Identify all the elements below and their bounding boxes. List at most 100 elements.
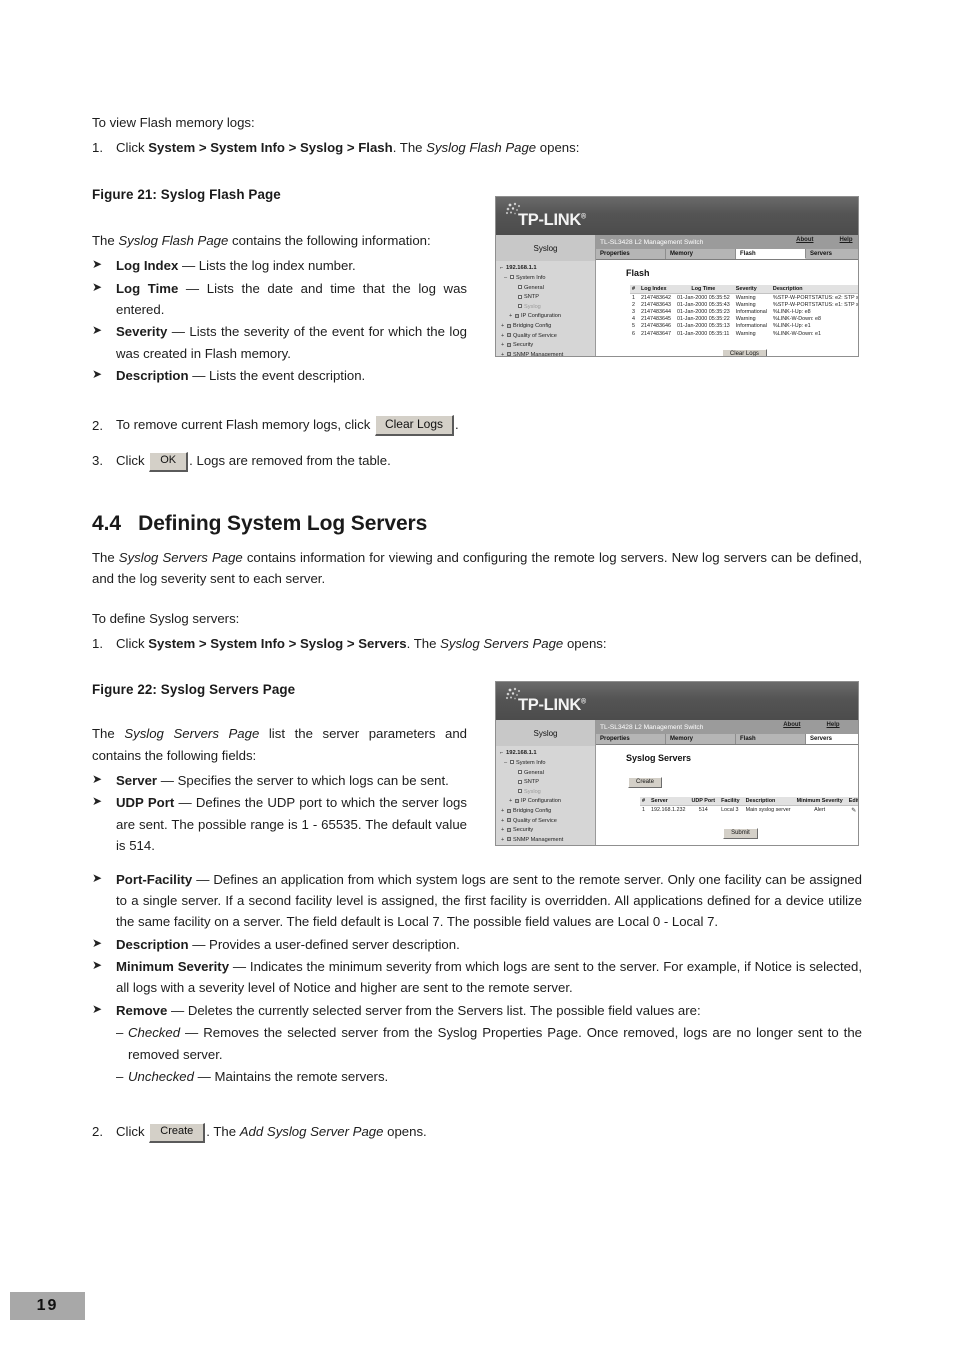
- tab-servers[interactable]: Servers: [806, 249, 858, 259]
- tab-properties[interactable]: Properties: [596, 734, 666, 744]
- flash-step-2-post: .: [455, 417, 459, 433]
- help-link[interactable]: Help: [827, 722, 840, 728]
- tree-node-general[interactable]: General: [499, 284, 593, 294]
- cell-index: 4: [632, 316, 635, 323]
- tree-node-label: SNTP: [524, 294, 539, 301]
- tree-node-syslog[interactable]: Syslog: [499, 303, 593, 313]
- term: Description: [116, 368, 189, 383]
- screenshot-main-panel: TL-SL3428 L2 Management Switch About Hel…: [596, 720, 858, 845]
- servers-intro-paragraph: The Syslog Servers Page contains informa…: [92, 547, 862, 590]
- desc: — Defines an application from which syst…: [116, 871, 862, 930]
- tree-node-sntp[interactable]: SNTP: [499, 778, 593, 788]
- tab-memory[interactable]: Memory: [666, 734, 736, 744]
- tree-node-general[interactable]: General: [499, 769, 593, 779]
- screenshot-topbar: TL-SL3428 L2 Management Switch About Hel…: [596, 235, 858, 249]
- tree-node-label: Bridging Config: [513, 808, 552, 815]
- create-button[interactable]: Create: [149, 1122, 206, 1143]
- page-icon: [518, 294, 522, 299]
- col-facility: Facility: [719, 797, 744, 806]
- tree-node-label: SNMP Management: [513, 351, 564, 357]
- tree-node-maintenance[interactable]: +Maintenance: [499, 845, 593, 846]
- submit-button-screenshot[interactable]: Submit: [723, 827, 758, 839]
- tree-expander-plus-icon[interactable]: +: [501, 845, 507, 846]
- tree-node-ip-configuration[interactable]: + IP Configuration: [499, 312, 593, 322]
- col-index: #: [640, 797, 649, 806]
- tree-node-label: Security: [513, 342, 534, 349]
- arrow-bullet-icon: ➤: [92, 870, 103, 885]
- tab-servers[interactable]: Servers: [806, 734, 858, 744]
- servers-step-1: 1. Click System > System Info > Syslog >…: [92, 633, 862, 654]
- servers-step-2-body: Click Create. The Add Syslog Server Page…: [116, 1121, 862, 1143]
- page-icon: [518, 789, 522, 794]
- tree-node-snmp-management[interactable]: + SNMP Management: [499, 351, 593, 357]
- tree-node-security[interactable]: + Security: [499, 826, 593, 836]
- tree-node-ip-configuration[interactable]: + IP Configuration: [499, 797, 593, 807]
- table-row: 2 2147483643 01-Jan-2000 05:35:43 Warnin…: [630, 301, 858, 308]
- about-link[interactable]: About: [783, 722, 800, 728]
- term: Checked: [128, 1025, 181, 1041]
- create-button-screenshot[interactable]: Create: [628, 776, 663, 788]
- ok-button[interactable]: OK: [149, 452, 189, 472]
- tree-node-bridging-config[interactable]: + Bridging Config: [499, 807, 593, 817]
- col-udp-port: UDP Port: [689, 797, 720, 806]
- tab-flash[interactable]: Flash: [736, 734, 806, 744]
- navigation-tree: ⌐ 192.168.1.1 – System Info General SNTP S…: [496, 746, 595, 846]
- about-link[interactable]: About: [796, 237, 813, 243]
- table-row: 6 2147483647 01-Jan-2000 05:35:11 Warnin…: [630, 330, 858, 337]
- brand-text: TP-LINK: [518, 211, 581, 229]
- help-link[interactable]: Help: [840, 237, 853, 243]
- clear-logs-button[interactable]: Clear Logs: [374, 415, 454, 437]
- col-description: Description: [770, 285, 858, 294]
- folder-icon: [510, 760, 514, 765]
- tree-node-system-info[interactable]: – System Info: [499, 274, 593, 284]
- topbar-links: About Help Logout: [783, 722, 858, 728]
- post: opens.: [383, 1124, 427, 1140]
- arrow-bullet-icon: ➤: [92, 1001, 103, 1016]
- tree-node-security[interactable]: + Security: [499, 341, 593, 351]
- table-header-row: # Log Index Log Time Severity Descriptio…: [630, 285, 858, 294]
- cell-index: 1: [642, 807, 645, 814]
- tree-node-device[interactable]: ⌐ 192.168.1.1: [499, 264, 593, 274]
- desc: — Removes the selected server from the S…: [128, 1025, 862, 1062]
- tree-node-device[interactable]: ⌐ 192.168.1.1: [499, 749, 593, 759]
- cell-udp-port: 514: [698, 807, 708, 814]
- tree-node-label: System Info: [516, 759, 546, 766]
- arrow-bullet-icon: ➤: [92, 257, 103, 272]
- italic: Add Syslog Server Page: [239, 1124, 384, 1140]
- tree-node-system-info[interactable]: – System Info: [499, 759, 593, 769]
- cell-facility: Local 3: [721, 807, 739, 814]
- screenshot-topbar: TL-SL3428 L2 Management Switch About Hel…: [596, 720, 858, 734]
- clear-logs-button-screenshot[interactable]: Clear Logs: [721, 348, 767, 356]
- tree-node-bridging-config[interactable]: + Bridging Config: [499, 322, 593, 332]
- arrow-bullet-icon: ➤: [92, 935, 103, 950]
- tab-memory[interactable]: Memory: [666, 249, 736, 259]
- tree-node-label: IP Configuration: [521, 313, 562, 320]
- flash-step-1-number: 1.: [92, 140, 103, 156]
- term: Log Time: [116, 280, 179, 296]
- flash-step-3-pre: Click: [116, 453, 149, 469]
- screenshot-header-bar: TP-LINK®: [496, 682, 858, 720]
- tab-flash[interactable]: Flash: [736, 249, 806, 259]
- topbar-links: About Help Logout: [796, 237, 858, 243]
- tree-node-label: General: [524, 769, 544, 776]
- screenshot-sidebar: Syslog ⌐ 192.168.1.1 – System Info General…: [496, 235, 596, 356]
- flash-step-2: 2. To remove current Flash memory logs, …: [92, 414, 862, 437]
- pencil-glyph: ✎: [851, 807, 857, 814]
- folder-icon: [507, 808, 511, 813]
- servers-step-1-body: Click System > System Info > Syslog > Se…: [116, 633, 862, 654]
- tree-node-label: Syslog: [524, 788, 541, 795]
- page-icon: [518, 779, 522, 784]
- tree-node-snmp-management[interactable]: + SNMP Management: [499, 836, 593, 845]
- col-description: Description: [743, 797, 795, 806]
- tree-node-label: Bridging Config: [513, 323, 552, 330]
- flash-step-3-post: . Logs are removed from the table.: [189, 453, 391, 469]
- servers-bullet-port-facility-text: Port-Facility — Defines an application f…: [116, 869, 862, 933]
- term: UDP Port: [116, 795, 175, 811]
- tab-properties[interactable]: Properties: [596, 249, 666, 259]
- tree-node-quality-of-service[interactable]: + Quality of Service: [499, 817, 593, 827]
- flash-desc-line: The Syslog Flash Page contains the follo…: [92, 230, 467, 251]
- tree-node-quality-of-service[interactable]: + Quality of Service: [499, 332, 593, 342]
- tree-node-syslog[interactable]: Syslog: [499, 788, 593, 798]
- tree-node-sntp[interactable]: SNTP: [499, 293, 593, 303]
- edit-pencil-icon[interactable]: ✎: [847, 806, 858, 815]
